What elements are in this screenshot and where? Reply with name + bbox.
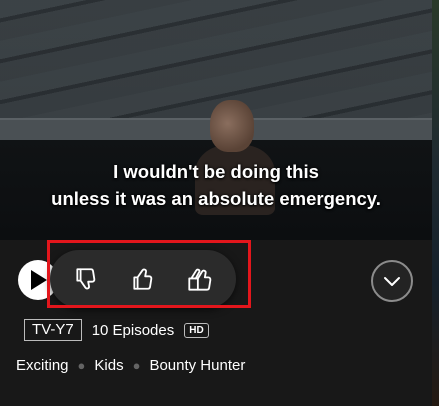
subtitle-line-1: I wouldn't be doing this (113, 161, 319, 182)
genre-tag: Kids (94, 357, 124, 374)
genre-tag: Bounty Hunter (149, 357, 246, 374)
hd-badge: HD (184, 322, 209, 338)
preview-card: I wouldn't be doing this unless it was a… (0, 0, 432, 406)
subtitle-text: I wouldn't be doing this unless it was a… (0, 158, 432, 212)
highlight-box (47, 240, 251, 308)
subtitle-line-2: unless it was an absolute emergency. (51, 188, 381, 209)
play-icon (31, 270, 47, 290)
separator-dot: ● (132, 358, 141, 373)
title-metadata: TV-Y7 10 Episodes HD (24, 319, 209, 341)
chevron-down-icon (384, 277, 400, 286)
genre-tags: Exciting ● Kids ● Bounty Hunter (16, 357, 245, 374)
genre-tag: Exciting (16, 357, 69, 374)
video-preview[interactable]: I wouldn't be doing this unless it was a… (0, 0, 432, 240)
background-strip (432, 0, 439, 406)
maturity-rating: TV-Y7 (24, 319, 82, 341)
more-info-button[interactable] (371, 260, 413, 302)
separator-dot: ● (77, 358, 86, 373)
character-head (210, 100, 254, 152)
episode-count: 10 Episodes (91, 321, 175, 339)
